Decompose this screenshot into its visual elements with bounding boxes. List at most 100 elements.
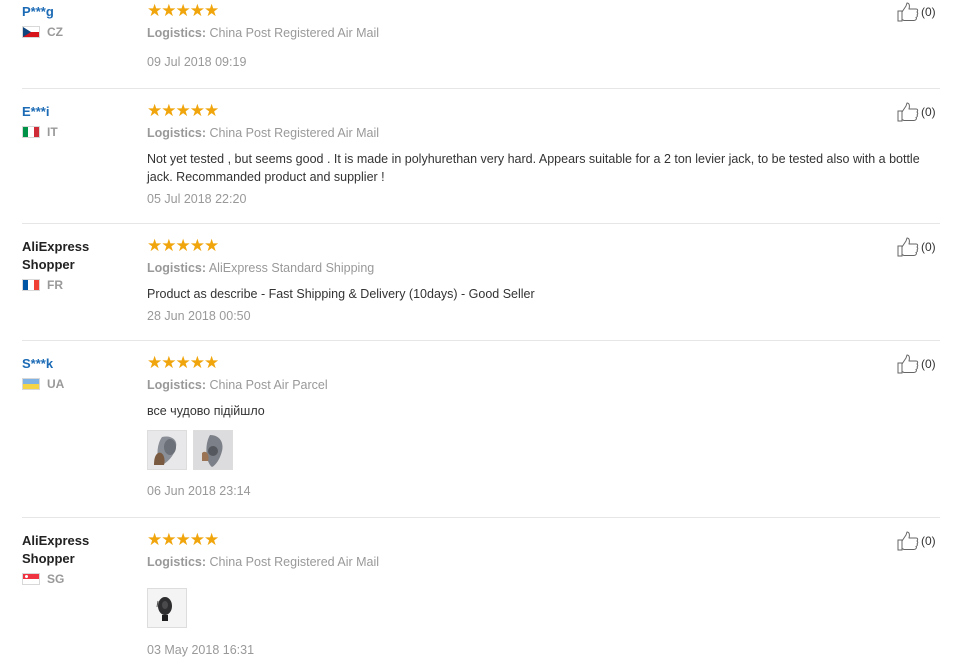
logistics-label: Logistics: — [147, 26, 207, 40]
review-item: AliExpress Shopper FR ★ ★ ★ ★ ★ Logistic… — [22, 235, 940, 341]
star-icon: ★ — [175, 101, 191, 120]
star-icon: ★ — [189, 353, 205, 372]
reviewer-name: AliExpress Shopper — [22, 239, 90, 272]
star-icon: ★ — [161, 1, 176, 20]
star-icon: ★ — [204, 530, 219, 549]
logistics-label: Logistics: — [147, 555, 207, 569]
star-icon: ★ — [189, 236, 205, 255]
helpful-button[interactable]: (0) — [897, 2, 936, 22]
star-icon: ★ — [161, 236, 176, 255]
star-icon: ★ — [175, 353, 191, 372]
helpful-button[interactable]: (0) — [897, 354, 936, 374]
logistics-method: China Post Registered Air Mail — [209, 126, 380, 140]
review-photo-thumbnail[interactable] — [193, 430, 233, 470]
reviewer-info: AliExpress Shopper FR — [22, 238, 137, 292]
flag-ua-icon — [22, 378, 40, 390]
reviewer-country: CZ — [22, 25, 137, 39]
star-icon: ★ — [175, 236, 191, 255]
star-rating: ★ ★ ★ ★ ★ — [147, 236, 847, 255]
helpful-count: (0) — [921, 105, 936, 119]
star-rating: ★ ★ ★ ★ ★ — [147, 530, 847, 549]
review-content: ★ ★ ★ ★ ★ Logistics: China Post Register… — [147, 101, 920, 207]
star-rating: ★ ★ ★ ★ ★ — [147, 353, 847, 372]
logistics-method: AliExpress Standard Shipping — [208, 261, 375, 275]
feedback-list: P***g CZ ★ ★ ★ ★ ★ Logistics: China Post — [0, 0, 961, 670]
star-icon: ★ — [161, 530, 176, 549]
country-code: SG — [47, 572, 65, 586]
reviewer-info: S***k UA — [22, 355, 137, 391]
review-photos — [147, 588, 847, 628]
star-icon: ★ — [204, 236, 219, 255]
logistics-method: China Post Registered Air Mail — [209, 555, 380, 569]
helpful-button[interactable]: (0) — [897, 102, 936, 122]
thumbs-up-icon — [897, 2, 919, 22]
reviewer-info: P***g CZ — [22, 3, 137, 39]
star-rating: ★ ★ ★ ★ ★ — [147, 1, 847, 20]
logistics-line: Logistics: China Post Registered Air Mai… — [147, 554, 847, 570]
helpful-count: (0) — [921, 357, 936, 371]
logistics-line: Logistics: China Post Registered Air Mai… — [147, 125, 847, 141]
flag-cz-icon — [22, 26, 40, 38]
star-rating: ★ ★ ★ ★ ★ — [147, 101, 847, 120]
star-icon: ★ — [189, 101, 205, 120]
star-icon: ★ — [161, 101, 176, 120]
review-item: AliExpress Shopper SG ★ ★ ★ ★ ★ Logistic… — [22, 529, 940, 670]
star-icon: ★ — [147, 236, 162, 255]
logistics-label: Logistics: — [147, 261, 207, 275]
reviewer-name: P***g — [22, 4, 54, 19]
reviewer-name: S***k — [22, 356, 54, 371]
thumbs-up-icon — [897, 237, 919, 257]
country-code: CZ — [47, 25, 63, 39]
helpful-button[interactable]: (0) — [897, 237, 936, 257]
star-icon: ★ — [189, 1, 205, 20]
reviewer-country: SG — [22, 572, 137, 586]
logistics-label: Logistics: — [147, 126, 207, 140]
logistics-method: China Post Air Parcel — [209, 378, 328, 392]
review-date: 05 Jul 2018 22:20 — [147, 192, 247, 206]
logistics-method: China Post Registered Air Mail — [209, 26, 380, 40]
helpful-count: (0) — [921, 534, 936, 548]
helpful-count: (0) — [921, 240, 936, 254]
star-icon: ★ — [204, 1, 219, 20]
thumbs-up-icon — [897, 102, 919, 122]
logistics-line: Logistics: AliExpress Standard Shipping — [147, 260, 847, 276]
review-comment: Product as describe - Fast Shipping & De… — [147, 287, 535, 301]
review-item: E***i IT ★ ★ ★ ★ ★ Logistics: China Post — [22, 100, 940, 224]
review-content: ★ ★ ★ ★ ★ Logistics: AliExpress Standard… — [147, 236, 847, 324]
star-icon: ★ — [204, 101, 219, 120]
review-item: P***g CZ ★ ★ ★ ★ ★ Logistics: China Post — [22, 0, 940, 89]
review-photo-thumbnail[interactable] — [147, 430, 187, 470]
helpful-count: (0) — [921, 5, 936, 19]
star-icon: ★ — [147, 101, 162, 120]
country-code: UA — [47, 377, 65, 391]
review-date: 06 Jun 2018 23:14 — [147, 484, 251, 498]
star-icon: ★ — [175, 530, 191, 549]
reviewer-info: AliExpress Shopper SG — [22, 532, 137, 586]
helpful-button[interactable]: (0) — [897, 531, 936, 551]
review-item: S***k UA ★ ★ ★ ★ ★ Logistics: China Post… — [22, 352, 940, 518]
review-photo-thumbnail[interactable] — [147, 588, 187, 628]
review-comment: все чудово підійшло — [147, 404, 265, 418]
star-icon: ★ — [175, 1, 191, 20]
review-date: 03 May 2018 16:31 — [147, 643, 255, 657]
flag-it-icon — [22, 126, 40, 138]
review-content: ★ ★ ★ ★ ★ Logistics: China Post Register… — [147, 530, 847, 658]
review-content: ★ ★ ★ ★ ★ Logistics: China Post Air Parc… — [147, 353, 847, 499]
star-icon: ★ — [147, 353, 162, 372]
star-icon: ★ — [147, 530, 162, 549]
reviewer-name: E***i — [22, 104, 50, 119]
flag-fr-icon — [22, 279, 40, 291]
country-code: IT — [47, 125, 58, 139]
star-icon: ★ — [204, 353, 219, 372]
star-icon: ★ — [147, 1, 162, 20]
logistics-line: Logistics: China Post Air Parcel — [147, 377, 847, 393]
thumbs-up-icon — [897, 531, 919, 551]
review-photos — [147, 430, 847, 470]
country-code: FR — [47, 278, 63, 292]
review-date: 09 Jul 2018 09:19 — [147, 55, 247, 69]
review-content: ★ ★ ★ ★ ★ Logistics: China Post Register… — [147, 1, 847, 70]
logistics-line: Logistics: China Post Registered Air Mai… — [147, 25, 847, 41]
review-comment: Not yet tested , but seems good . It is … — [147, 152, 920, 184]
flag-sg-icon — [22, 573, 40, 585]
thumbs-up-icon — [897, 354, 919, 374]
